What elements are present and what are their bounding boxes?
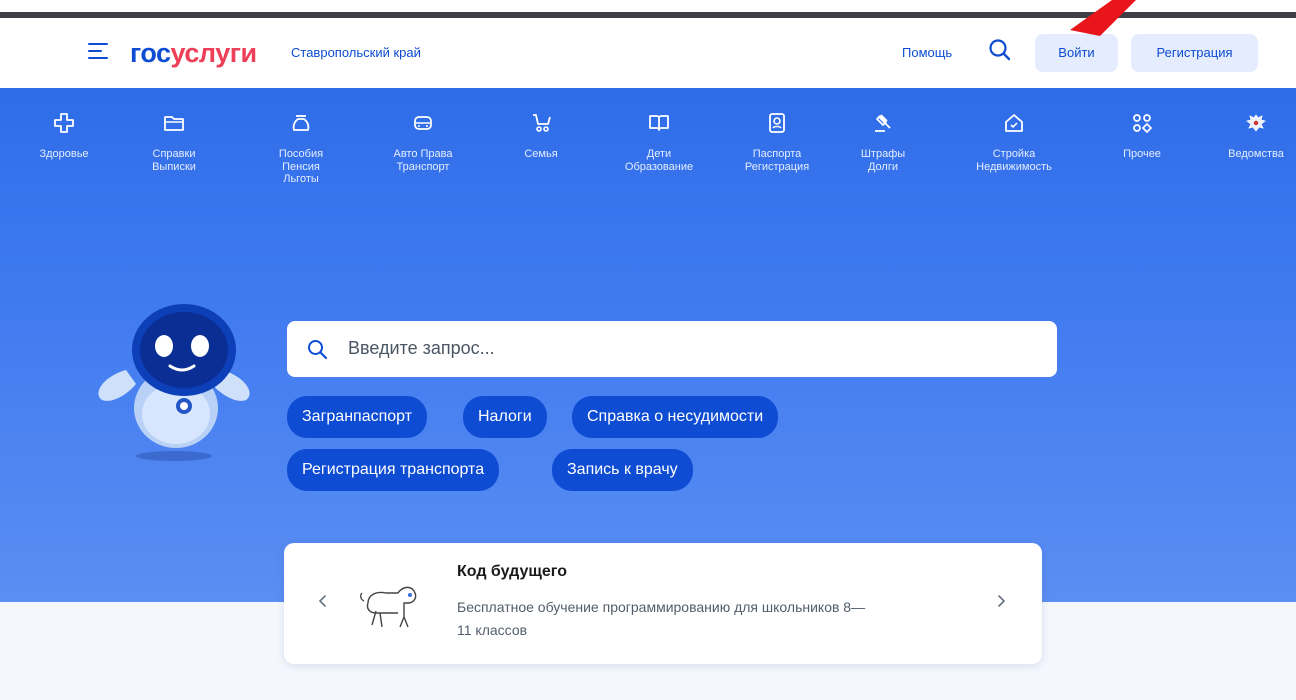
robot-dog-icon <box>360 586 417 628</box>
category-health[interactable]: Здоровье <box>14 112 114 161</box>
chevron-right-icon[interactable] <box>991 591 1011 611</box>
search-input[interactable]: Введите запрос... <box>287 321 1057 377</box>
chip-vehicle-registration[interactable]: Регистрация транспорта <box>287 449 500 491</box>
promo-description: Бесплатное обучение программированию для… <box>457 599 866 638</box>
chip-doctor-appointment[interactable]: Запись к врачу <box>552 449 693 491</box>
eagle-emblem-icon <box>1246 114 1266 132</box>
chevron-left-icon[interactable] <box>313 591 333 611</box>
category-construction[interactable]: Стройка Недвижимость <box>964 112 1064 173</box>
gosuslugi-logo[interactable]: госуслуги <box>130 38 257 69</box>
search-icon[interactable] <box>987 37 1013 63</box>
category-agencies[interactable]: Ведомства <box>1216 112 1296 161</box>
category-benefits[interactable]: Пособия Пенсия Льготы <box>251 112 351 186</box>
folder-icon <box>164 116 184 131</box>
grid-icon <box>1133 114 1153 134</box>
annotation-arrow-icon <box>1070 0 1136 36</box>
category-children[interactable]: Дети Образование <box>609 112 709 173</box>
passport-icon <box>769 113 785 133</box>
chip-criminal-record[interactable]: Справка о несудимости <box>572 396 779 438</box>
category-fines[interactable]: Штрафы Долги <box>833 112 933 173</box>
category-certificates[interactable]: Справки Выписки <box>124 112 224 173</box>
login-button[interactable]: Войти <box>1035 34 1118 72</box>
menu-icon[interactable] <box>88 42 108 60</box>
promo-card[interactable]: Код будущего Бесплатное обучение програм… <box>284 543 1042 664</box>
health-cross-icon <box>54 113 74 133</box>
car-icon <box>414 116 432 130</box>
category-auto[interactable]: Авто Права Транспорт <box>373 112 473 173</box>
category-passports[interactable]: Паспорта Регистрация <box>727 112 827 173</box>
chip-passport[interactable]: Загранпаспорт <box>287 396 428 438</box>
help-link[interactable]: Помощь <box>902 45 952 60</box>
region-selector[interactable]: Ставропольский край <box>291 45 421 60</box>
house-icon <box>1005 114 1023 132</box>
book-icon <box>649 115 669 131</box>
promo-title: Код будущего <box>457 563 567 580</box>
robot-mascot-image <box>98 304 250 461</box>
gavel-icon <box>875 114 891 132</box>
money-bag-icon <box>292 115 310 131</box>
search-icon <box>308 340 328 360</box>
chip-taxes[interactable]: Налоги <box>463 396 547 438</box>
search-placeholder: Введите запрос... <box>348 338 495 358</box>
stroller-icon <box>533 114 551 132</box>
category-family[interactable]: Семья <box>491 112 591 161</box>
category-other[interactable]: Прочее <box>1092 112 1192 161</box>
register-button[interactable]: Регистрация <box>1131 34 1258 72</box>
